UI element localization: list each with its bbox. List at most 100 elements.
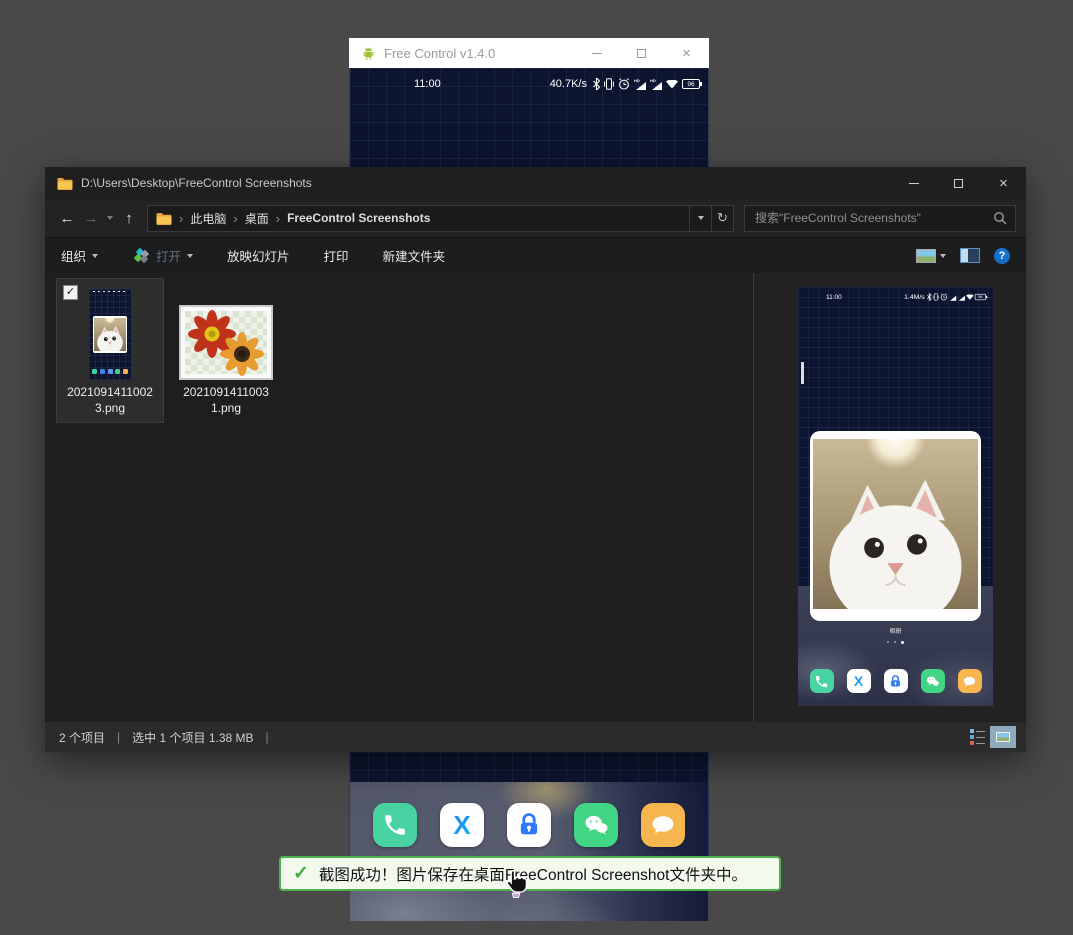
alarm-icon <box>940 293 947 300</box>
explorer-toolbar: 组织 打开 放映幻灯片 打印 新建文件夹 <box>45 237 1026 273</box>
preview-status-icons: 1.4M/s 96 <box>904 293 986 300</box>
address-bar[interactable]: › 此电脑 › 桌面 › FreeControl Screenshots ↻ <box>147 205 734 232</box>
close-button[interactable]: × <box>664 38 709 68</box>
breadcrumb-separator: › <box>233 211 237 226</box>
maximize-icon <box>954 179 963 188</box>
bluetooth-icon <box>927 293 931 300</box>
phone-clock: 11:00 <box>414 78 441 90</box>
battery-icon: 96 <box>682 79 700 89</box>
forward-button[interactable]: → <box>79 210 103 227</box>
back-button[interactable]: ← <box>55 210 79 227</box>
screenshot-success-toast: ✓ 截图成功！图片保存在桌面FreeControl Screenshot文件夹中… <box>279 856 781 891</box>
x-browser-app-icon: X <box>847 669 871 693</box>
free-control-title: Free Control v1.4.0 <box>384 46 495 61</box>
maximize-icon <box>637 49 646 58</box>
battery-percent: 96 <box>687 81 694 88</box>
preview-clock: 11:00 <box>826 294 842 301</box>
file-name: 2021091411002 3.png <box>67 384 153 416</box>
bluetooth-icon <box>593 78 600 90</box>
toast-message: 截图成功！图片保存在桌面FreeControl Screenshot文件夹中。 <box>319 863 747 885</box>
explorer-navbar: ← → ↑ › 此电脑 › 桌面 › FreeControl Screensho… <box>45 199 1026 237</box>
up-button[interactable]: ↑ <box>117 210 141 227</box>
desktop: Free Control v1.4.0 × 11:00 40.7K/s HD H… <box>0 0 1073 935</box>
search-icon[interactable] <box>993 211 1007 225</box>
wechat-app-icon[interactable] <box>574 803 618 847</box>
album-widget-label: 相册 <box>798 626 993 635</box>
vibrate-icon <box>933 293 939 300</box>
phone-status-icons: 40.7K/s HD HD 96 <box>550 78 700 90</box>
help-icon[interactable]: ? <box>994 248 1010 264</box>
preview-image: 11:00 1.4M/s 96 <box>798 287 993 706</box>
battery-icon: 96 <box>975 294 986 300</box>
close-button[interactable]: × <box>981 167 1026 199</box>
minimize-button[interactable] <box>574 38 619 68</box>
recent-locations-chevron[interactable] <box>107 216 113 220</box>
close-icon: × <box>682 46 691 61</box>
breadcrumb-desktop[interactable]: 桌面 <box>245 210 269 227</box>
explorer-window: D:\Users\Desktop\FreeControl Screenshots… <box>45 167 1026 752</box>
lock-app-icon <box>884 669 908 693</box>
file-item-screenshot2[interactable]: 2021091411003 1.png <box>173 279 279 422</box>
explorer-content: ✓ <box>45 273 1026 722</box>
explorer-statusbar: 2 个项目 | 选中 1 个项目 1.38 MB | <box>45 722 1026 752</box>
view-mode-button[interactable] <box>916 249 946 263</box>
search-box[interactable] <box>744 205 1016 232</box>
search-input[interactable] <box>753 210 993 226</box>
explorer-title: D:\Users\Desktop\FreeControl Screenshots <box>81 176 312 190</box>
phone-wallpaper: X <box>350 782 708 921</box>
signal-icon-sim2 <box>957 294 964 301</box>
signal-icon-sim1 <box>949 294 956 301</box>
file-thumbnail-phone-screenshot <box>89 289 131 380</box>
minimize-button[interactable] <box>891 167 936 199</box>
breadcrumb-separator: › <box>179 211 183 226</box>
free-control-titlebar[interactable]: Free Control v1.4.0 × <box>349 38 709 68</box>
messages-app-icon <box>958 669 982 693</box>
selection-checkbox[interactable]: ✓ <box>63 285 78 300</box>
minimize-icon <box>909 183 919 184</box>
breadcrumb-current-folder[interactable]: FreeControl Screenshots <box>287 211 430 225</box>
explorer-titlebar[interactable]: D:\Users\Desktop\FreeControl Screenshots… <box>45 167 1026 199</box>
close-icon: × <box>999 176 1008 191</box>
wechat-app-icon <box>921 669 945 693</box>
refresh-button[interactable]: ↻ <box>711 206 733 231</box>
open-menu[interactable]: 打开 <box>132 246 193 265</box>
preview-pane-toggle[interactable] <box>960 248 980 263</box>
lock-app-icon[interactable] <box>507 803 551 847</box>
signal-icon-sim1: HD <box>634 79 646 90</box>
home-page-dots <box>798 641 993 644</box>
selection-info: 选中 1 个项目 1.38 MB <box>132 729 253 746</box>
print-button[interactable]: 打印 <box>324 246 349 265</box>
success-check-icon: ✓ <box>293 862 309 885</box>
address-dropdown-button[interactable] <box>689 206 711 231</box>
chevron-down-icon <box>187 254 193 258</box>
item-count: 2 个项目 <box>59 729 105 746</box>
details-view-button[interactable] <box>968 728 988 746</box>
folder-icon <box>57 177 73 190</box>
slideshow-button[interactable]: 放映幻灯片 <box>227 246 290 265</box>
x-browser-app-icon[interactable]: X <box>440 803 484 847</box>
phone-dock: X <box>350 803 708 847</box>
wifi-icon <box>666 80 678 89</box>
preview-photo-card <box>810 431 981 621</box>
free-control-window-controls: × <box>574 38 709 68</box>
file-item-screenshot1[interactable]: ✓ <box>57 279 163 422</box>
explorer-window-controls: × <box>891 167 1026 199</box>
android-robot-icon <box>361 46 376 61</box>
vibrate-icon <box>604 78 614 90</box>
maximize-button[interactable] <box>619 38 664 68</box>
alarm-icon <box>618 78 630 90</box>
messages-app-icon[interactable] <box>641 803 685 847</box>
thumbnail-view-button[interactable] <box>990 726 1016 748</box>
wifi-icon <box>966 294 973 300</box>
phone-app-icon[interactable] <box>373 803 417 847</box>
minimize-icon <box>592 53 602 54</box>
file-list[interactable]: ✓ <box>45 273 753 722</box>
hand-cursor <box>503 868 529 898</box>
maximize-button[interactable] <box>936 167 981 199</box>
breadcrumb-separator: › <box>276 211 280 226</box>
edge-handle <box>801 362 804 384</box>
new-folder-button[interactable]: 新建文件夹 <box>383 246 446 265</box>
breadcrumb-this-pc[interactable]: 此电脑 <box>190 210 226 227</box>
organize-menu[interactable]: 组织 <box>61 246 98 265</box>
picture-view-icon <box>996 732 1010 742</box>
